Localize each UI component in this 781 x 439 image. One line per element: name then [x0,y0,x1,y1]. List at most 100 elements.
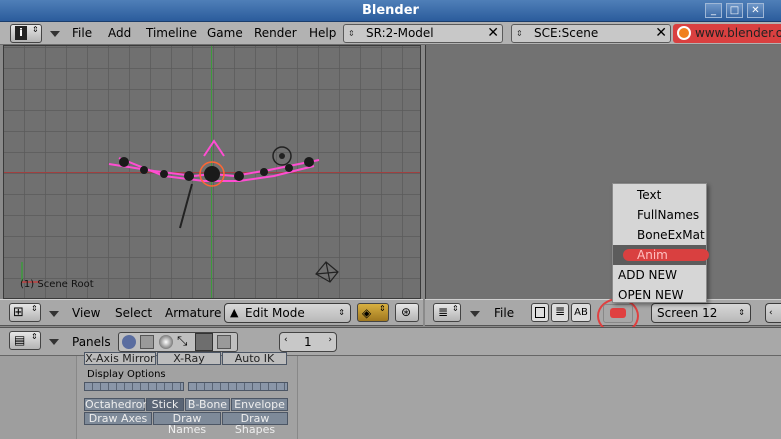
menu-panels[interactable]: Panels [72,335,111,349]
buttons-window: ▤ ⇕ Panels ⤡ ‹ 1 › X-Axis Mirror X-Ray A… [0,327,781,439]
auto-ik-toggle[interactable]: Auto IK [222,352,287,365]
updown-arrow-icon: ⇕ [338,308,345,317]
menu-help[interactable]: Help [309,26,336,40]
updown-arrow-icon: ⇕ [31,304,38,313]
menu-file[interactable]: File [72,26,92,40]
page-icon [535,307,545,318]
buttons-icon: ▤ [14,333,26,347]
window-title: Blender [362,3,419,18]
context-buttons: ⤡ [118,332,238,352]
collapse-triangle-icon[interactable] [49,311,59,317]
updown-arrow-icon: ⇕ [738,308,745,317]
text-browse-button[interactable] [603,304,633,323]
menu-timeline[interactable]: Timeline [146,26,197,40]
x-ray-toggle[interactable]: X-Ray [157,352,221,365]
menu-armature[interactable]: Armature [165,306,221,320]
panel-margin [0,356,76,439]
menu-game[interactable]: Game [207,26,243,40]
popup-item-text[interactable]: Text [613,185,706,205]
menu-render[interactable]: Render [254,26,297,40]
popup-item-fullnames[interactable]: FullNames [613,205,706,225]
draw-names-toggle[interactable]: Draw Names [153,412,221,435]
draw-axes-toggle[interactable]: Draw Axes [84,412,152,425]
screen-select[interactable]: Screen 12 ⇕ [651,303,751,323]
delete-screen-icon[interactable]: ✕ [487,25,499,42]
panel-area: X-Axis Mirror X-Ray Auto IK Display Opti… [0,352,781,439]
frame-number-field[interactable]: ‹ 1 › [279,332,337,352]
close-button[interactable]: ✕ [747,3,764,18]
mode-select[interactable]: ▲ Edit Mode ⇕ [224,303,351,323]
menu-select[interactable]: Select [115,306,152,320]
3d-viewport[interactable]: (1) Scene Root [3,45,421,299]
manipulator-toggle[interactable]: ⊛ [395,303,419,322]
shading-icon[interactable] [159,335,173,349]
scene-icon[interactable] [217,335,231,349]
text-browse-popup: Text FullNames BoneExMat Anim ADD NEW OP… [612,183,709,305]
octahedron-button[interactable]: Octahedron [84,398,149,411]
scene-browse-field[interactable]: ⇕ SCE:Scene ✕ [511,24,671,43]
editing-icon-active[interactable] [195,333,213,351]
grid-icon: ⊞ [13,305,24,320]
script-icon[interactable] [140,335,154,349]
maximize-button[interactable]: □ [726,3,743,18]
bone-layers-left[interactable] [84,382,184,391]
popup-item-boneexmat[interactable]: BoneExMat [613,225,706,245]
text-editor-icon: ≣ [438,305,449,319]
updown-arrow-icon: ⇕ [348,29,355,38]
menu-add[interactable]: Add [108,26,131,40]
lines-icon: ≣ [555,304,566,318]
menu-file[interactable]: File [494,306,514,320]
line-numbers-toggle[interactable]: ≣ [551,303,569,322]
info-header: i ⇕ File Add Timeline Game Render Help ⇕… [0,22,781,45]
bone-layers-right[interactable] [188,382,288,391]
updown-arrow-icon: ⇕ [379,304,386,313]
updown-arrow-icon: ⇕ [516,29,523,38]
right-viewport[interactable] [425,45,781,299]
right-arrow-icon[interactable]: › [328,335,332,345]
delete-scene-icon[interactable]: ✕ [655,25,667,42]
text-editor-header: ≣ ⇕ File ≣ AB Screen 12 ⇕ ‹ [425,298,781,334]
collapse-triangle-icon[interactable] [50,31,60,37]
manipulator-icon: ⊛ [401,305,412,319]
updown-arrow-icon: ⇕ [31,332,38,341]
armature-wireframe [21,139,339,283]
armature-panel: X-Axis Mirror X-Ray Auto IK Display Opti… [76,352,298,439]
pivot-select[interactable]: ◈ ⇕ [357,303,389,322]
window-type-selector[interactable]: ⊞ ⇕ [9,303,41,322]
stick-button[interactable]: Stick [146,398,184,411]
text-browse-icon [610,308,626,318]
collapse-triangle-icon[interactable] [470,311,480,317]
screen-browse-field[interactable]: ⇕ SR:2-Model ✕ [343,24,503,43]
minimize-button[interactable]: _ [705,3,722,18]
scene-root-label: (1) Scene Root [20,279,94,290]
blender-url-link[interactable]: www.blender.o [673,24,781,43]
next-field[interactable]: ‹ [765,303,781,323]
draw-shapes-toggle[interactable]: Draw Shapes [222,412,288,435]
word-wrap-toggle[interactable]: AB [571,303,591,322]
edit-mode-icon: ▲ [230,306,239,319]
pivot-icon: ◈ [362,306,372,320]
info-icon: i [15,26,27,40]
object-icon[interactable]: ⤡ [177,334,187,349]
popup-item-add-new[interactable]: ADD NEW [613,265,706,285]
3d-view-header: ⊞ ⇕ View Select Armature ▲ Edit Mode ⇕ ◈… [0,299,423,326]
menu-view[interactable]: View [72,306,100,320]
updown-arrow-icon: ⇕ [452,304,459,313]
collapse-triangle-icon[interactable] [49,339,59,345]
window-type-selector[interactable]: ▤ ⇕ [9,331,41,350]
blender-logo-icon [677,26,691,40]
popup-item-anim[interactable]: Anim [613,245,709,265]
b-bone-button[interactable]: B-Bone [185,398,230,411]
window-type-selector[interactable]: i ⇕ [10,24,42,43]
window-titlebar: Blender _ □ ✕ [0,0,781,22]
envelope-button[interactable]: Envelope [231,398,288,411]
window-type-selector[interactable]: ≣ ⇕ [433,303,461,322]
x-axis-mirror-toggle[interactable]: X-Axis Mirror [84,352,156,365]
popup-item-open-new[interactable]: OPEN NEW [613,285,706,305]
logic-icon[interactable] [122,335,136,349]
updown-arrow-icon: ⇕ [32,25,39,34]
fullscreen-toggle[interactable] [531,303,549,322]
left-arrow-icon: ‹ [769,308,773,318]
display-options-label: Display Options [87,369,166,380]
left-arrow-icon[interactable]: ‹ [284,335,288,345]
